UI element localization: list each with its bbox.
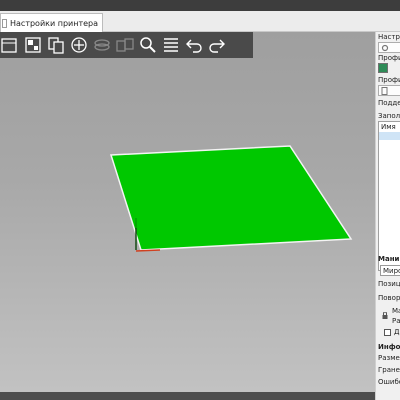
settings-label: Настрой (378, 33, 400, 41)
3d-viewport[interactable] (0, 32, 375, 400)
undo-icon (186, 39, 202, 53)
lock-icon[interactable] (382, 312, 388, 319)
mirror-dropdown[interactable]: Мирои (380, 265, 400, 276)
position-label: Позиц (378, 280, 400, 288)
duplicate-label: Дю (394, 328, 400, 336)
support-label: Поддерж (378, 99, 400, 107)
add-button[interactable] (69, 35, 89, 55)
list-item-selected[interactable] (379, 132, 400, 140)
scale-label-1: Ма (392, 307, 400, 315)
viewport-scene (109, 145, 353, 252)
undo-button[interactable] (184, 35, 204, 55)
object-list[interactable]: Имя (378, 121, 400, 271)
slice-icon (164, 38, 178, 52)
duplicate-checkbox[interactable] (384, 329, 391, 336)
mirror-label: Мирои (383, 267, 400, 275)
profile1-label: Профил (378, 54, 400, 62)
copy-button[interactable] (46, 35, 66, 55)
document-icon (381, 87, 388, 95)
x-axis (135, 249, 161, 252)
copy-icon (48, 37, 64, 54)
tab-printer-settings[interactable]: Настройки принтера (0, 13, 104, 32)
open-icon (1, 38, 17, 53)
open-button[interactable] (0, 35, 20, 55)
zoom-button[interactable] (138, 35, 158, 55)
window-titlebar (0, 0, 400, 11)
tab-label: Настройки принтера (10, 18, 99, 28)
infill-label: Заполне (378, 112, 400, 120)
gear-icon (381, 44, 389, 52)
rotate-label: Повор (378, 294, 400, 302)
size-label: Размер (378, 354, 400, 362)
profile2-label: Профил (378, 76, 400, 84)
add-icon (71, 37, 87, 53)
status-bar (0, 392, 375, 400)
errors-label: Ошибо (378, 378, 400, 386)
multi-copy-button[interactable] (115, 35, 135, 55)
document-icon (2, 18, 7, 28)
zoom-icon (140, 37, 156, 53)
arrange-button[interactable] (23, 35, 43, 55)
faces-label: Граней (378, 366, 400, 374)
slice-button[interactable] (161, 35, 181, 55)
info-label: Инфор (378, 343, 400, 351)
settings-button[interactable] (378, 42, 400, 53)
list-header-name: Имя (381, 123, 396, 131)
print-bed[interactable] (109, 145, 353, 251)
redo-icon (209, 39, 225, 53)
manipulation-label: Мани (378, 255, 400, 263)
right-sidebar: Настрой Профил Профил Поддерж Заполне Им… (375, 32, 400, 400)
profile2-button[interactable] (378, 85, 400, 96)
multi-copy-icon (116, 38, 134, 52)
layers-icon (94, 39, 110, 51)
main-toolbar (0, 32, 253, 58)
layers-button[interactable] (92, 35, 112, 55)
profile-color-swatch[interactable] (378, 63, 388, 73)
tab-bar: Настройки принтера (0, 11, 400, 32)
arrange-icon (25, 37, 41, 53)
scale-label-2: Раз (392, 317, 400, 325)
redo-button[interactable] (207, 35, 227, 55)
